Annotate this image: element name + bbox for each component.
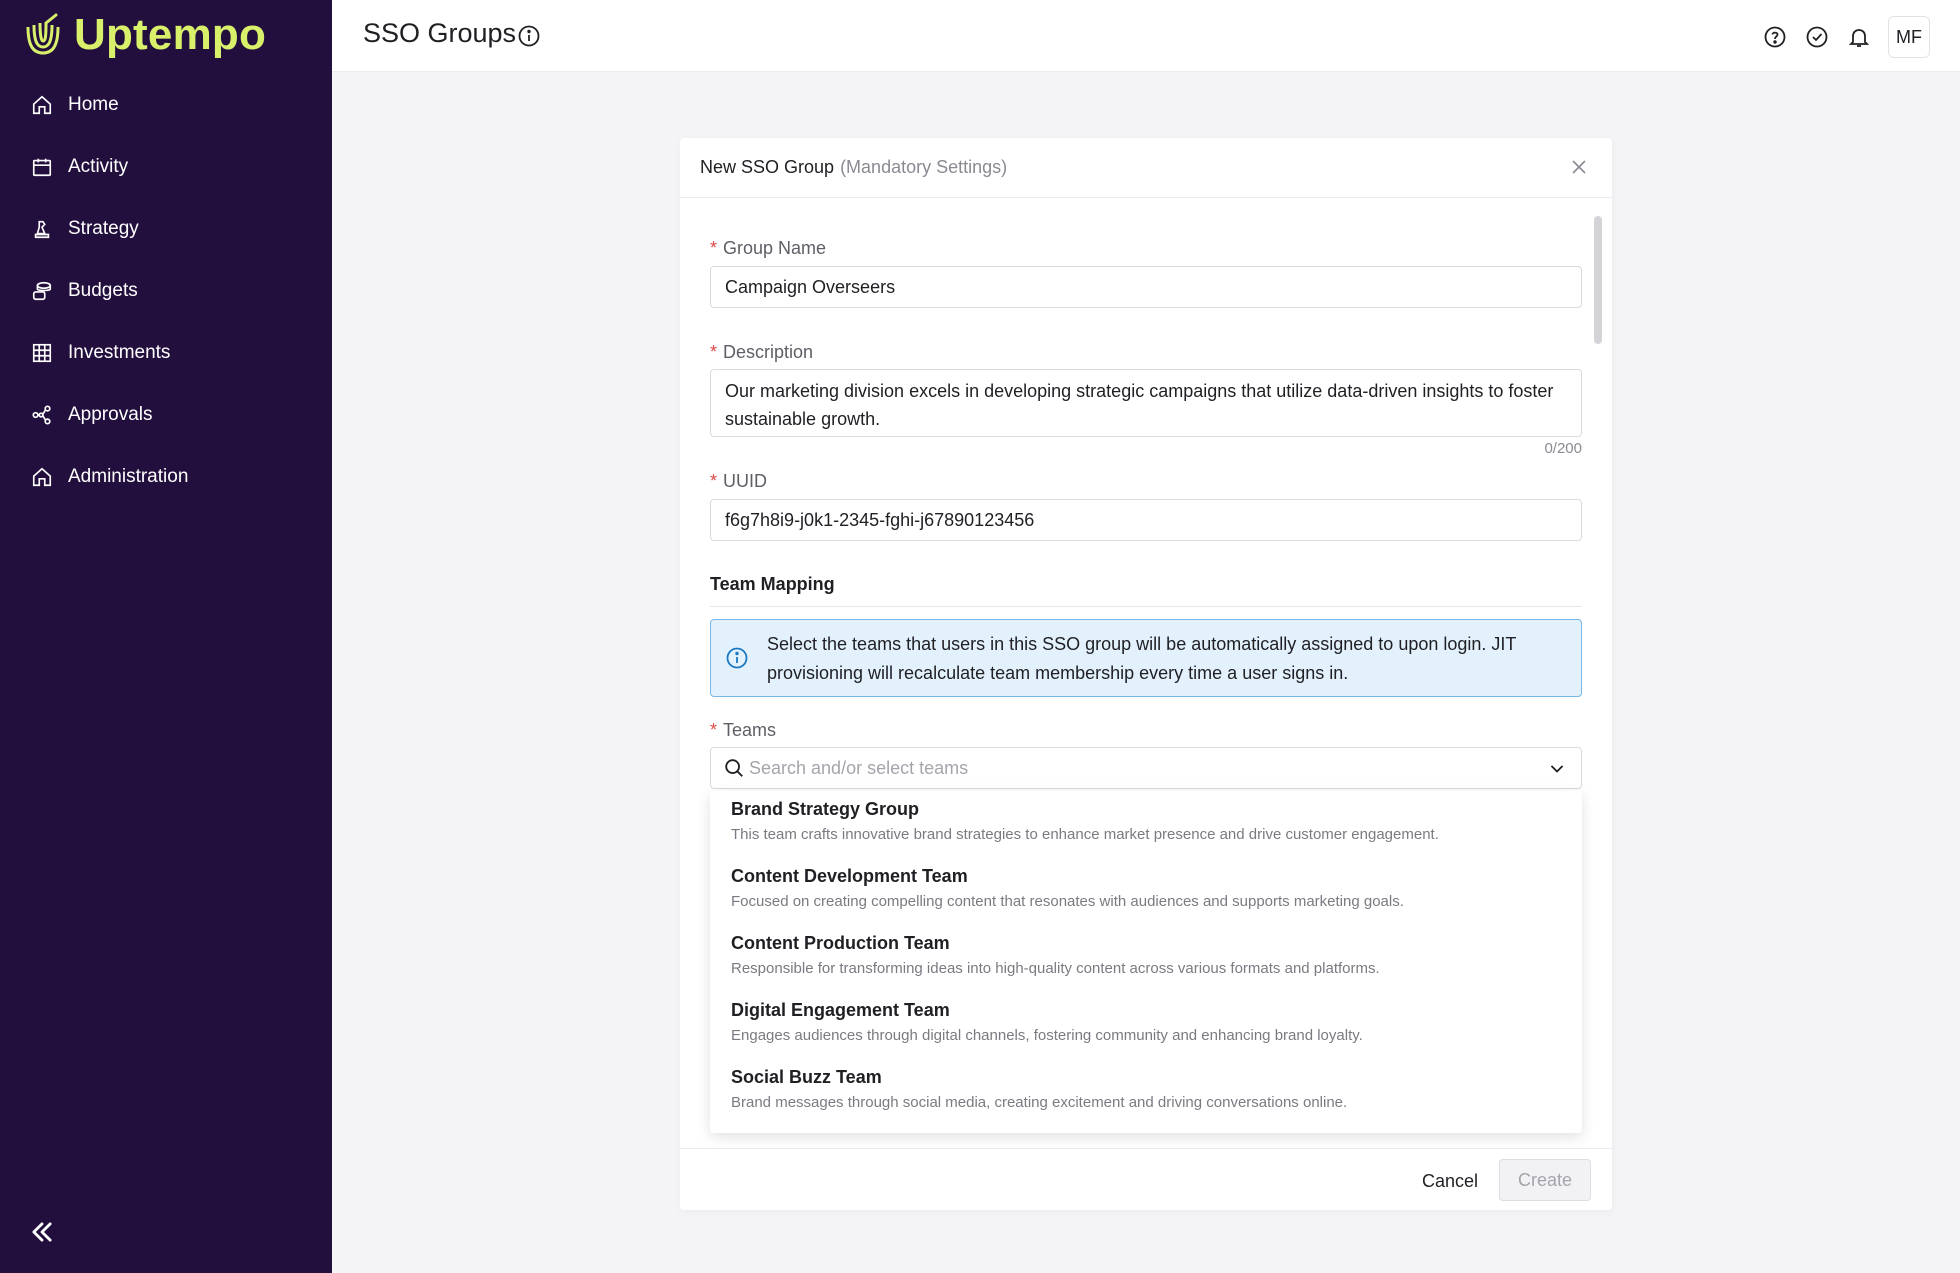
- cancel-button[interactable]: Cancel: [1412, 1161, 1488, 1201]
- option-description: Responsible for transforming ideas into …: [731, 960, 1380, 977]
- home-icon: [30, 93, 54, 117]
- required-marker: *: [710, 471, 718, 491]
- option-description: Engages audiences through digital channe…: [731, 1027, 1363, 1044]
- teams-label: * Teams: [710, 720, 777, 740]
- sidebar-item-label: Home: [68, 94, 119, 115]
- help-icon[interactable]: [1762, 24, 1788, 50]
- collapse-sidebar-button[interactable]: [28, 1218, 56, 1246]
- teams-select[interactable]: Search and/or select teams: [710, 747, 1582, 789]
- coins-icon: [30, 279, 54, 303]
- required-marker: *: [710, 720, 718, 740]
- dropdown-option[interactable]: Digital Engagement Team Engages audience…: [710, 992, 1582, 1059]
- sidebar-item-label: Administration: [68, 466, 189, 487]
- character-counter: 0/200: [1544, 440, 1582, 457]
- sidebar-item-strategy[interactable]: Strategy: [0, 198, 332, 260]
- create-button[interactable]: Create: [1499, 1159, 1591, 1201]
- modal-header: New SSO Group (Mandatory Settings): [680, 138, 1612, 198]
- modal-footer: Cancel Create: [680, 1148, 1612, 1210]
- sidebar-item-home[interactable]: Home: [0, 74, 332, 136]
- sidebar-nav: Home Activity Strategy Budgets Investmen…: [0, 74, 332, 508]
- option-description: Focused on creating compelling content t…: [731, 893, 1404, 910]
- page-title: SSO Groups: [363, 18, 517, 48]
- sidebar-item-approvals[interactable]: Approvals: [0, 384, 332, 446]
- dropdown-option[interactable]: Content Development Team Focused on crea…: [710, 858, 1582, 925]
- table-grid-icon: [30, 341, 54, 365]
- divider: [710, 606, 1582, 607]
- teams-placeholder: Search and/or select teams: [749, 758, 969, 778]
- uptempo-logo-icon: [26, 13, 60, 55]
- bell-icon[interactable]: [1846, 24, 1872, 50]
- group-name-label: * Group Name: [710, 238, 827, 258]
- sidebar-item-label: Strategy: [68, 218, 139, 239]
- required-marker: *: [710, 238, 718, 258]
- sidebar-item-investments[interactable]: Investments: [0, 322, 332, 384]
- group-name-input[interactable]: Campaign Overseers: [710, 266, 1582, 308]
- double-chevron-left-icon: [32, 1222, 52, 1242]
- sidebar: Uptempo Home Activity Strategy Budgets I…: [0, 0, 332, 1273]
- uuid-input[interactable]: f6g7h8i9-j0k1-2345-fghi-j67890123456: [710, 499, 1582, 541]
- close-icon: [1572, 160, 1586, 174]
- option-title: Digital Engagement Team: [731, 1000, 950, 1020]
- info-icon[interactable]: [517, 24, 541, 48]
- uuid-label: * UUID: [710, 471, 768, 491]
- close-button[interactable]: [1568, 156, 1590, 178]
- info-alert: Select the teams that users in this SSO …: [710, 619, 1582, 697]
- modal-title: New SSO Group: [700, 157, 835, 177]
- modal-scrollbar[interactable]: [1594, 216, 1602, 344]
- sidebar-item-budgets[interactable]: Budgets: [0, 260, 332, 322]
- top-header: SSO Groups MF: [332, 0, 1960, 72]
- modal-subtitle: (Mandatory Settings): [840, 157, 1008, 177]
- option-title: Content Production Team: [731, 933, 950, 953]
- sidebar-item-label: Budgets: [68, 280, 138, 301]
- calendar-icon: [30, 155, 54, 179]
- new-sso-group-modal: New SSO Group (Mandatory Settings) * Grou…: [680, 138, 1612, 1210]
- description-label: * Description: [710, 342, 814, 362]
- sidebar-item-label: Activity: [68, 156, 129, 177]
- chess-piece-icon: [30, 217, 54, 241]
- dropdown-option[interactable]: Brand Strategy Group This team crafts in…: [710, 791, 1582, 858]
- home-icon: [30, 465, 54, 489]
- option-title: Brand Strategy Group: [731, 799, 920, 819]
- dropdown-option[interactable]: Social Buzz Team Brand messages through …: [710, 1059, 1582, 1126]
- option-title: Social Buzz Team: [731, 1067, 882, 1087]
- option-title: Content Development Team: [731, 866, 968, 886]
- dropdown-option[interactable]: Content Production Team Responsible for …: [710, 925, 1582, 992]
- share-nodes-icon: [30, 403, 54, 427]
- logo[interactable]: Uptempo: [24, 10, 266, 60]
- check-circle-icon[interactable]: [1804, 24, 1830, 50]
- teams-dropdown: Brand Strategy Group This team crafts in…: [710, 791, 1582, 1133]
- sidebar-item-administration[interactable]: Administration: [0, 446, 332, 508]
- option-description: Brand messages through social media, cre…: [731, 1094, 1348, 1111]
- chevron-down-icon[interactable]: [1547, 759, 1567, 779]
- avatar[interactable]: MF: [1888, 16, 1930, 58]
- search-icon: [723, 757, 745, 779]
- description-textarea[interactable]: Our marketing division excels in develop…: [710, 369, 1582, 437]
- sidebar-item-label: Investments: [68, 342, 171, 363]
- info-alert-text: Select the teams that users in this SSO …: [767, 634, 1517, 683]
- sidebar-item-activity[interactable]: Activity: [0, 136, 332, 198]
- sidebar-item-label: Approvals: [68, 404, 153, 425]
- team-mapping-heading: Team Mapping: [710, 574, 835, 594]
- option-description: This team crafts innovative brand strate…: [731, 826, 1439, 843]
- logo-text: Uptempo: [74, 10, 267, 59]
- required-marker: *: [710, 342, 718, 362]
- info-icon: [725, 646, 749, 670]
- header-actions: MF: [1746, 16, 1930, 58]
